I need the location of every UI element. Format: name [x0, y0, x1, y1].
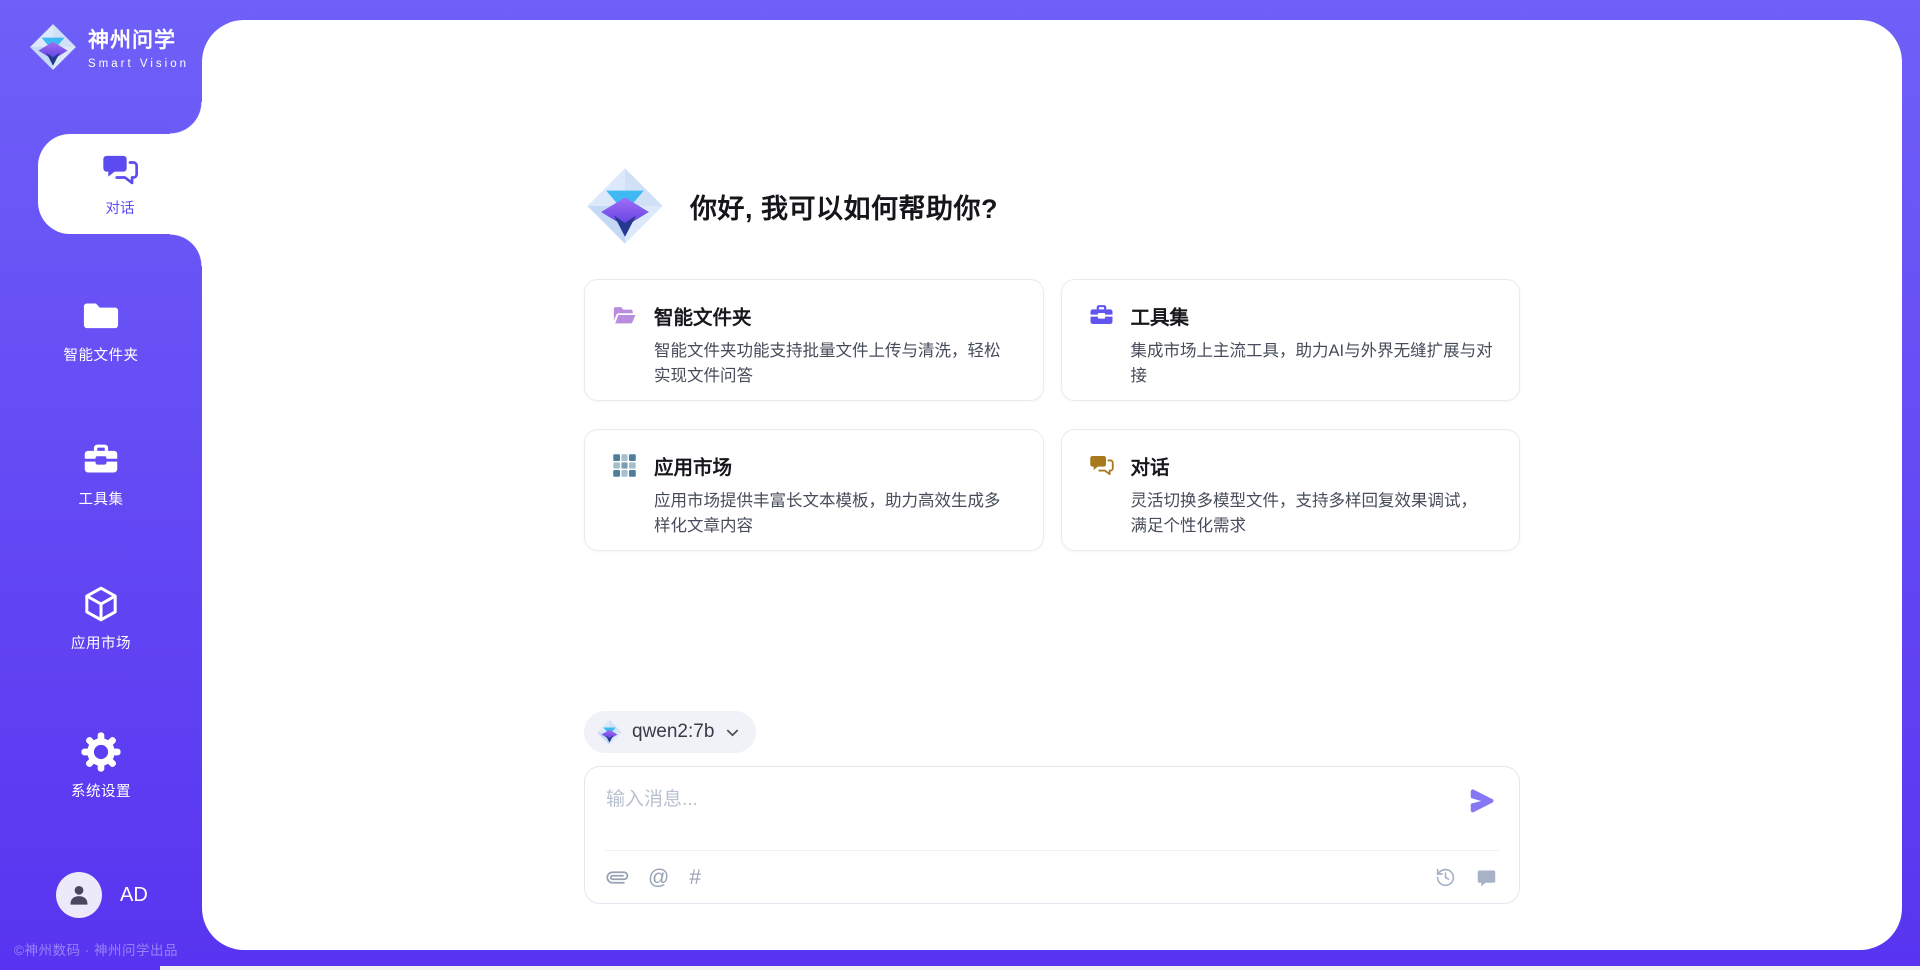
- sidebar: 神州问学 Smart Vision 对话 智能文件夹 工具集 应用市场 系统设置…: [0, 0, 202, 970]
- sidebar-item-settings[interactable]: 系统设置: [0, 732, 202, 801]
- mention-button[interactable]: @: [648, 867, 669, 888]
- card-smart-folder[interactable]: 智能文件夹 智能文件夹功能支持批量文件上传与清洗，轻松实现文件问答: [584, 279, 1044, 401]
- message-input[interactable]: [585, 767, 1519, 850]
- sidebar-item-app-market[interactable]: 应用市场: [0, 584, 202, 653]
- paperclip-icon: [603, 862, 633, 892]
- copyright-footer: ©神州数码 · 神州问学出品: [14, 939, 178, 959]
- sidebar-item-label: 智能文件夹: [0, 344, 202, 365]
- message-input-box: @ #: [584, 766, 1520, 904]
- feature-cards: 智能文件夹 智能文件夹功能支持批量文件上传与清洗，轻松实现文件问答 工具集 集成…: [584, 279, 1520, 551]
- greeting-row: 你好, 我可以如何帮助你?: [584, 165, 1520, 247]
- card-app-market[interactable]: 应用市场 应用市场提供丰富长文本模板，助力高效生成多样化文章内容: [584, 429, 1044, 551]
- model-selector[interactable]: qwen2:7b: [584, 711, 756, 753]
- card-description: 集成市场上主流工具，助力AI与外界无缝扩展与对接: [1131, 339, 1494, 389]
- card-title: 智能文件夹: [654, 301, 752, 330]
- avatar: [56, 872, 102, 918]
- chat-bubble-icon: [1476, 867, 1497, 888]
- card-description: 应用市场提供丰富长文本模板，助力高效生成多样化文章内容: [654, 489, 1017, 539]
- cube-icon: [81, 584, 121, 624]
- horizontal-scrollbar[interactable]: [160, 966, 1920, 970]
- card-description: 智能文件夹功能支持批量文件上传与清洗，轻松实现文件问答: [654, 339, 1017, 389]
- brand-diamond-logo-icon: [28, 22, 78, 72]
- composer-toolbar: @ #: [585, 851, 1519, 903]
- chevron-down-icon: [723, 723, 742, 742]
- brand-name-en: Smart Vision: [88, 58, 189, 70]
- toolbox-icon: [1088, 302, 1115, 329]
- model-diamond-logo-icon: [596, 719, 623, 746]
- grid-icon: [611, 452, 638, 479]
- sidebar-item-label: 应用市场: [0, 632, 202, 653]
- user-account[interactable]: AD: [56, 872, 148, 918]
- at-icon: @: [648, 867, 669, 888]
- attach-button[interactable]: [603, 862, 633, 892]
- greeting-title: 你好, 我可以如何帮助你?: [690, 187, 998, 226]
- toolbox-icon: [81, 440, 121, 480]
- sidebar-item-label: 对话: [106, 197, 135, 218]
- sidebar-item-smart-folder[interactable]: 智能文件夹: [0, 296, 202, 365]
- history-icon: [1435, 867, 1456, 888]
- main-content: 你好, 我可以如何帮助你? 智能文件夹 智能文件夹功能支持批量文件上传与清洗，轻…: [202, 20, 1902, 950]
- topic-button[interactable]: #: [689, 867, 701, 888]
- send-button[interactable]: [1467, 786, 1497, 816]
- sidebar-item-toolset[interactable]: 工具集: [0, 440, 202, 509]
- chat-icon: [100, 150, 140, 190]
- gear-icon: [81, 732, 121, 772]
- card-chat[interactable]: 对话 灵活切换多模型文件，支持多样回复效果调试，满足个性化需求: [1061, 429, 1521, 551]
- send-icon: [1467, 786, 1497, 816]
- card-description: 灵活切换多模型文件，支持多样回复效果调试，满足个性化需求: [1131, 489, 1494, 539]
- tab-fillet-top: [170, 102, 202, 134]
- folder-icon: [81, 296, 121, 336]
- conversation-button[interactable]: [1476, 867, 1497, 888]
- sidebar-item-chat[interactable]: 对话: [38, 134, 202, 234]
- greeting-diamond-logo-icon: [584, 165, 666, 247]
- card-title: 应用市场: [654, 451, 732, 480]
- user-icon: [65, 881, 93, 909]
- sidebar-item-label: 工具集: [0, 488, 202, 509]
- chat-icon: [1088, 452, 1115, 479]
- tab-fillet-bottom: [170, 234, 202, 266]
- model-name: qwen2:7b: [632, 721, 714, 743]
- card-toolset[interactable]: 工具集 集成市场上主流工具，助力AI与外界无缝扩展与对接: [1061, 279, 1521, 401]
- brand-name-cn: 神州问学: [88, 24, 189, 54]
- history-button[interactable]: [1435, 867, 1456, 888]
- brand: 神州问学 Smart Vision: [28, 22, 189, 72]
- card-title: 对话: [1131, 451, 1170, 480]
- folder-open-icon: [611, 302, 638, 329]
- composer: qwen2:7b @: [584, 711, 1520, 904]
- hash-icon: #: [689, 867, 701, 888]
- sidebar-item-label: 系统设置: [0, 780, 202, 801]
- card-title: 工具集: [1131, 301, 1190, 330]
- user-name: AD: [120, 884, 148, 907]
